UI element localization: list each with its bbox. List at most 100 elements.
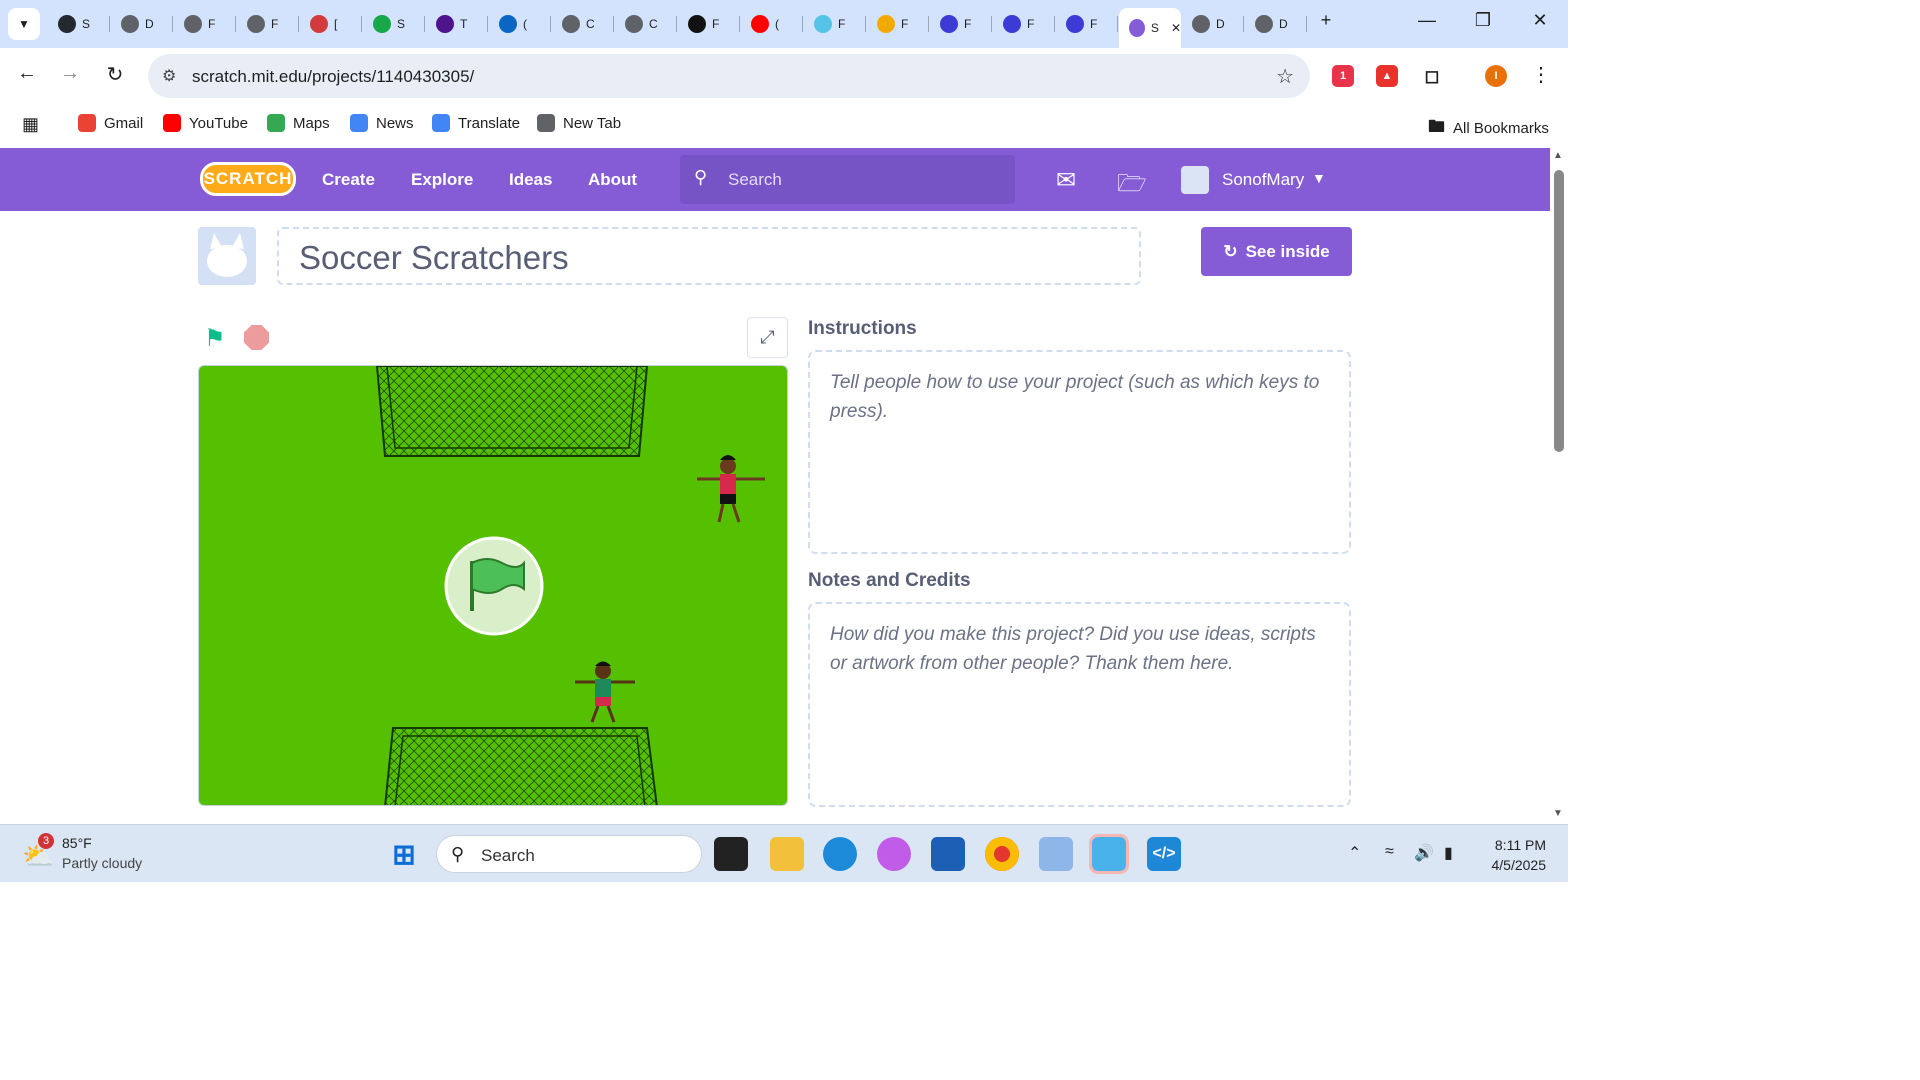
apps-grid-icon[interactable]: ▦ (22, 114, 39, 135)
browser-tab[interactable]: ( (489, 8, 551, 40)
scratch-logo[interactable]: SCRATCH (200, 162, 296, 196)
fullscreen-icon[interactable]: ⤢ (747, 317, 788, 358)
shield-extension-icon[interactable]: ▲ (1376, 65, 1398, 87)
taskbar-search-input[interactable]: ⚲ Search (436, 835, 702, 873)
new-tab-button[interactable]: + (1312, 10, 1340, 31)
all-bookmarks-label: All Bookmarks (1453, 120, 1549, 137)
bookmark-item[interactable]: Maps (267, 114, 330, 132)
nav-create[interactable]: Create (322, 170, 375, 190)
battery-icon[interactable]: ▮ (1444, 843, 1453, 863)
bookmark-item[interactable]: Gmail (78, 114, 143, 132)
browser-tab[interactable]: F (993, 8, 1055, 40)
tab-title: S (82, 17, 91, 31)
browser-tab[interactable]: [ (300, 8, 362, 40)
browser-tab[interactable]: F (804, 8, 866, 40)
nav-ideas[interactable]: Ideas (509, 170, 552, 190)
scroll-up-icon[interactable]: ▲ (1553, 150, 1563, 161)
page-scrollbar[interactable]: ▲ ▼ (1550, 148, 1568, 824)
close-tab-icon[interactable]: ✕ (1171, 21, 1181, 35)
fedex-icon (436, 15, 454, 33)
browser-tab[interactable]: C (552, 8, 614, 40)
nav-about[interactable]: About (588, 170, 637, 190)
browser-tab[interactable]: F (237, 8, 299, 40)
user-avatar[interactable] (1181, 166, 1209, 194)
notes-credits-textarea[interactable]: How did you make this project? Did you u… (808, 602, 1351, 807)
chevron-down-icon[interactable]: ▼ (1312, 170, 1326, 186)
project-author-avatar[interactable] (198, 227, 256, 285)
extension-icon[interactable]: 1 (1332, 65, 1354, 87)
scrollbar-thumb[interactable] (1554, 170, 1564, 452)
photos-app-icon[interactable] (1089, 834, 1129, 874)
show-hidden-icons-chevron-icon[interactable]: ⌃ (1348, 843, 1361, 863)
messages-mail-icon[interactable]: ✉ (1056, 166, 1076, 195)
tab-title: D (1279, 17, 1288, 31)
bookmark-label: Translate (458, 114, 520, 132)
snipping-tool-icon[interactable] (1039, 837, 1073, 871)
all-bookmarks[interactable]: 🖿 All Bookmarks (1428, 114, 1549, 143)
browser-menu-icon[interactable]: ⋮ (1527, 62, 1555, 87)
back-icon[interactable]: ← (13, 62, 41, 85)
extensions-puzzle-icon[interactable]: ◻ (1421, 65, 1443, 87)
project-stage[interactable] (198, 365, 788, 806)
browser-tab[interactable]: D (1245, 8, 1307, 40)
task-view-icon[interactable] (714, 837, 748, 871)
tab-separator (1117, 16, 1118, 32)
tab-separator (172, 16, 173, 32)
green-flag-icon[interactable]: ⚑ (204, 324, 226, 353)
close-window-button[interactable]: ✕ (1526, 10, 1554, 31)
tab-title: D (1216, 17, 1225, 31)
bookmark-item[interactable]: Translate (432, 114, 520, 132)
bookmark-item[interactable]: YouTube (163, 114, 248, 132)
browser-tab[interactable]: ( (741, 8, 803, 40)
green-flag-overlay-button[interactable] (444, 536, 544, 636)
vscode-icon[interactable]: </> (1147, 837, 1181, 871)
browser-tab[interactable]: S ✕ (1119, 8, 1181, 48)
project-title-input[interactable]: Soccer Scratchers (277, 227, 1141, 285)
volume-icon[interactable]: 🔊 (1414, 843, 1434, 863)
system-clock[interactable]: 8:11 PM 4/5/2025 (1480, 835, 1547, 875)
microsoft-store-icon[interactable] (931, 837, 965, 871)
reload-icon[interactable]: ↻ (101, 62, 129, 87)
bookmark-item[interactable]: New Tab (537, 114, 621, 132)
restore-button[interactable]: ❐ (1469, 10, 1497, 31)
browser-tab[interactable]: F (174, 8, 236, 40)
nav-explore[interactable]: Explore (411, 170, 473, 190)
browser-tab[interactable]: S (363, 8, 425, 40)
bookmark-label: YouTube (189, 114, 248, 132)
bookmark-item[interactable]: News (350, 114, 414, 132)
browser-tab[interactable]: F (678, 8, 740, 40)
profile-avatar[interactable]: I (1485, 65, 1507, 87)
stop-icon[interactable] (244, 325, 269, 350)
chrome-icon[interactable] (985, 837, 1019, 871)
bookmark-star-icon[interactable]: ☆ (1276, 64, 1294, 89)
instructions-textarea[interactable]: Tell people how to use your project (suc… (808, 350, 1351, 554)
file-explorer-icon[interactable] (770, 837, 804, 871)
omnibox[interactable]: ⚙ scratch.mit.edu/projects/1140430305/ ☆ (148, 54, 1310, 98)
windows-start-icon[interactable]: ⊞ (387, 837, 421, 871)
weather-condition: Partly cloudy (62, 855, 143, 871)
tab-search-chevron-icon[interactable]: ▼ (8, 8, 40, 40)
forward-icon[interactable]: → (56, 62, 84, 85)
browser-tab[interactable]: C (615, 8, 677, 40)
minimize-button[interactable]: — (1413, 10, 1441, 31)
scratch-search-input[interactable]: ⚲ Search (680, 155, 1015, 204)
browser-tab[interactable]: D (1182, 8, 1244, 40)
url-text[interactable]: scratch.mit.edu/projects/1140430305/ (192, 67, 474, 87)
browser-tab[interactable]: D (111, 8, 173, 40)
site-info-icon[interactable]: ⚙ (162, 66, 176, 86)
copilot-icon[interactable] (877, 837, 911, 871)
tab-separator (487, 16, 488, 32)
scroll-down-icon[interactable]: ▼ (1553, 808, 1563, 819)
edge-browser-icon[interactable] (823, 837, 857, 871)
tab-title: F (901, 17, 909, 31)
browser-tab[interactable]: F (930, 8, 992, 40)
my-stuff-folder-icon[interactable]: 🗁 (1117, 166, 1147, 207)
username[interactable]: SonofMary (1222, 170, 1304, 190)
see-inside-button[interactable]: ↻ See inside (1201, 227, 1352, 276)
wifi-icon[interactable]: ≈ (1385, 843, 1394, 861)
browser-tab[interactable]: T (426, 8, 488, 40)
profile-initial: I (1494, 70, 1498, 82)
browser-tab[interactable]: S (48, 8, 110, 40)
browser-tab[interactable]: F (867, 8, 929, 40)
browser-tab[interactable]: F (1056, 8, 1118, 40)
